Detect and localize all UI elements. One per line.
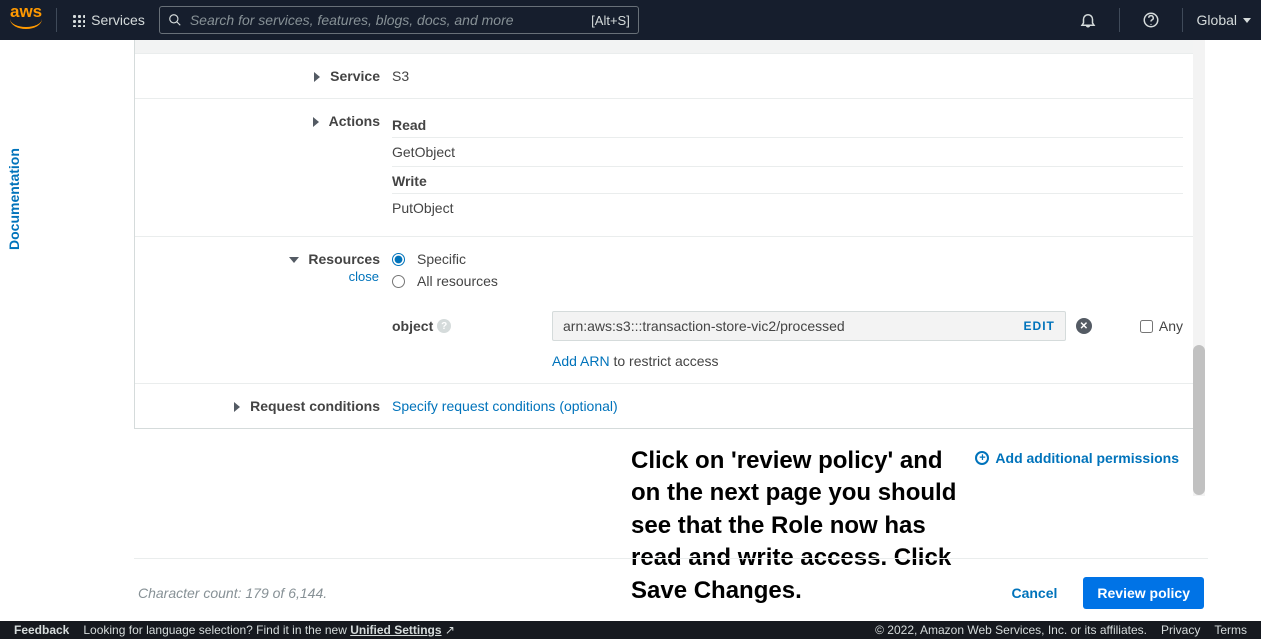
conditions-label: Request conditions (250, 398, 380, 414)
radio-specific-input[interactable] (392, 253, 405, 266)
resources-row: Resources close Specific All resources o (135, 237, 1195, 384)
radio-specific-label: Specific (417, 251, 466, 267)
any-checkbox-input[interactable] (1140, 320, 1153, 333)
region-label: Global (1197, 12, 1237, 28)
search-input[interactable] (190, 12, 583, 28)
policy-editor-panel: Service S3 Actions Read GetObject Write … (134, 40, 1196, 429)
help-icon[interactable]: ? (437, 319, 451, 333)
arn-box: arn:aws:s3:::transaction-store-vic2/proc… (552, 311, 1066, 341)
notification-button[interactable] (1071, 11, 1105, 29)
grid-icon (71, 13, 85, 27)
add-arn-link[interactable]: Add ARN (552, 353, 610, 369)
collapse-icon[interactable] (289, 257, 299, 263)
review-policy-button[interactable]: Review policy (1083, 577, 1204, 609)
unified-settings-link[interactable]: Unified Settings (350, 623, 441, 637)
cancel-button[interactable]: Cancel (1011, 585, 1057, 601)
nav-divider (1119, 8, 1120, 32)
help-button[interactable] (1134, 11, 1168, 29)
object-label: object (392, 318, 433, 334)
footer-copyright: © 2022, Amazon Web Services, Inc. or its… (875, 623, 1147, 637)
expand-icon[interactable] (234, 402, 240, 412)
scrollbar-thumb[interactable] (1193, 345, 1205, 495)
any-checkbox[interactable]: Any (1140, 318, 1183, 334)
action-item: GetObject (392, 137, 1183, 166)
action-item: PutObject (392, 193, 1183, 222)
conditions-row: Request conditions Specify request condi… (135, 384, 1195, 428)
actions-label: Actions (329, 113, 380, 129)
object-row: object ? arn:aws:s3:::transaction-store-… (392, 311, 1183, 341)
chevron-down-icon (1243, 18, 1251, 23)
aws-logo[interactable]: aws (10, 2, 42, 32)
close-link[interactable]: close (147, 269, 379, 284)
nav-divider (1182, 8, 1183, 32)
privacy-link[interactable]: Privacy (1161, 623, 1200, 637)
actions-row: Actions Read GetObject Write PutObject (135, 99, 1195, 237)
help-icon (1142, 11, 1160, 29)
bottom-bar: Character count: 179 of 6,144. Cancel Re… (134, 558, 1208, 609)
service-row: Service S3 (135, 54, 1195, 99)
services-label: Services (91, 12, 145, 28)
services-button[interactable]: Services (71, 12, 145, 28)
action-group-head: Read (392, 113, 1183, 137)
expand-icon[interactable] (313, 117, 319, 127)
arn-text: arn:aws:s3:::transaction-store-vic2/proc… (563, 318, 1024, 334)
search-shortcut: [Alt+S] (591, 13, 630, 28)
radio-all[interactable]: All resources (392, 273, 1183, 289)
search-icon (168, 13, 182, 27)
terms-link[interactable]: Terms (1214, 623, 1247, 637)
character-count: Character count: 179 of 6,144. (138, 585, 327, 601)
radio-specific[interactable]: Specific (392, 251, 1183, 267)
footer: Feedback Looking for language selection?… (0, 621, 1261, 639)
remove-arn-button[interactable]: ✕ (1076, 318, 1092, 334)
radio-all-label: All resources (417, 273, 498, 289)
bell-icon (1079, 11, 1097, 29)
restrict-text: to restrict access (610, 353, 719, 369)
region-selector[interactable]: Global (1197, 12, 1251, 28)
nav-divider (56, 8, 57, 32)
action-group-head: Write (392, 166, 1183, 193)
plus-circle-icon: + (975, 451, 989, 465)
radio-all-input[interactable] (392, 275, 405, 288)
top-nav: aws Services [Alt+S] Global (0, 0, 1261, 40)
service-value: S3 (392, 68, 409, 84)
service-label: Service (330, 68, 380, 84)
resources-label: Resources (308, 251, 380, 267)
search-container[interactable]: [Alt+S] (159, 6, 639, 34)
edit-link[interactable]: EDIT (1024, 319, 1055, 333)
panel-header (135, 40, 1195, 54)
specify-conditions-link[interactable]: Specify request conditions (optional) (392, 398, 618, 414)
feedback-link[interactable]: Feedback (14, 623, 69, 637)
footer-lang: Looking for language selection? Find it … (83, 623, 455, 637)
any-label: Any (1159, 318, 1183, 334)
expand-icon[interactable] (314, 72, 320, 82)
add-permissions-link[interactable]: + Add additional permissions (975, 450, 1179, 466)
add-permissions-label: Add additional permissions (995, 450, 1179, 466)
